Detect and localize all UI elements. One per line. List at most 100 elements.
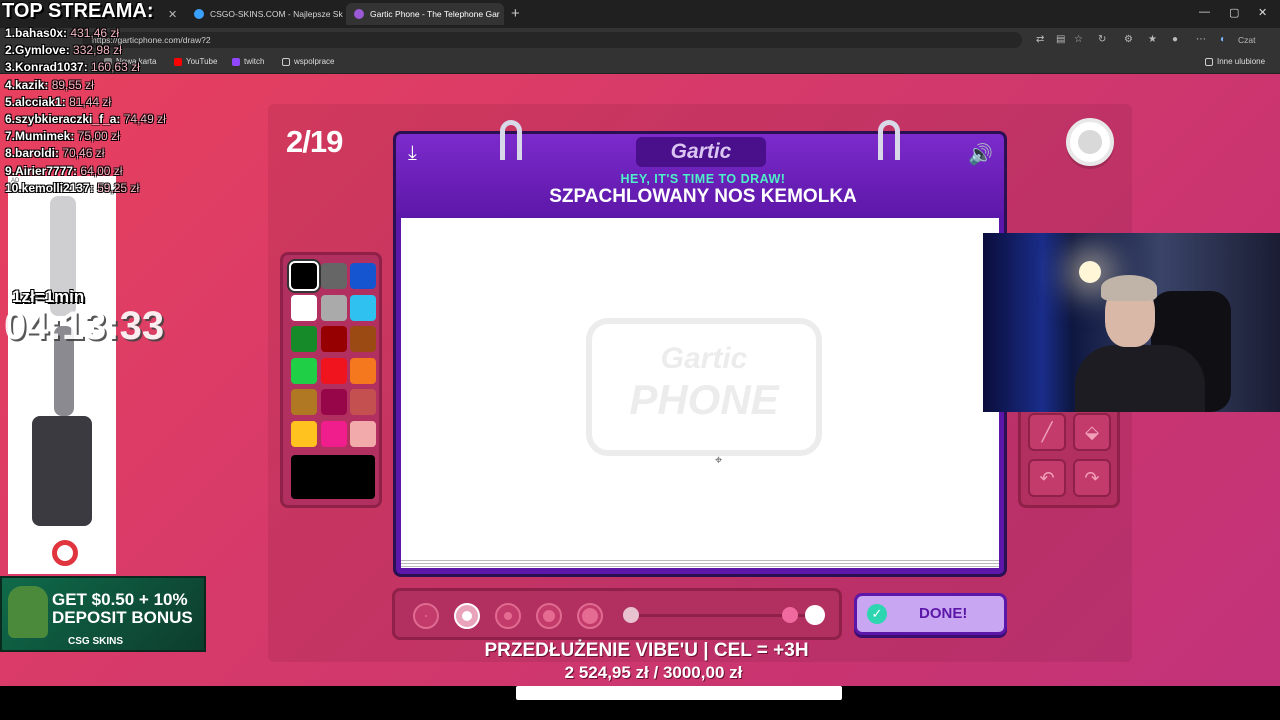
color-swatch[interactable] bbox=[320, 389, 347, 415]
watermark-text-top: Gartic bbox=[660, 342, 748, 375]
brush-size-3[interactable] bbox=[495, 603, 521, 629]
bookmark-youtube[interactable]: YouTube bbox=[174, 57, 217, 66]
opacity-slider-min[interactable] bbox=[623, 607, 639, 623]
subathon-countdown: 04:13:33 bbox=[4, 304, 165, 348]
donor-amount: 332,98 zł bbox=[73, 43, 122, 58]
streamer-body bbox=[1075, 345, 1205, 412]
color-swatch[interactable] bbox=[291, 326, 317, 352]
prompt-hint: HEY, IT'S TIME TO DRAW! bbox=[620, 172, 786, 186]
close-icon[interactable]: ✕ bbox=[168, 8, 176, 21]
color-swatch[interactable] bbox=[320, 357, 347, 384]
bookmark-label: twitch bbox=[244, 57, 265, 66]
color-swatch[interactable] bbox=[350, 420, 376, 447]
donor-amount: 431,46 zł bbox=[70, 26, 120, 40]
brush-size-panel bbox=[392, 588, 842, 640]
size-dot bbox=[462, 611, 472, 621]
bookmark-label: wspolprace bbox=[294, 57, 335, 66]
opacity-preview bbox=[805, 605, 825, 625]
tab-gartic-phone[interactable]: Gartic Phone - The Telephone Gar ✕ bbox=[346, 3, 504, 25]
round-counter: 2/19 bbox=[286, 124, 343, 159]
donor-name: 10.kemolli2137: bbox=[5, 180, 94, 195]
redo-icon[interactable]: ↷ bbox=[1073, 459, 1111, 497]
color-swatch[interactable] bbox=[320, 326, 347, 352]
color-swatch[interactable] bbox=[350, 294, 376, 321]
color-swatch[interactable] bbox=[320, 294, 347, 321]
address-bar[interactable]: https://garticphone.com/draw?2 bbox=[82, 32, 1022, 48]
color-swatch[interactable] bbox=[291, 420, 317, 447]
done-button[interactable]: ✓ DONE! bbox=[854, 593, 1007, 635]
line-tool-icon[interactable]: ╱ bbox=[1028, 413, 1066, 451]
notebook-header: ⤓ Gartic 🔊 HEY, IT'S TIME TO DRAW! SZPAC… bbox=[393, 120, 1007, 217]
color-swatch[interactable] bbox=[291, 357, 317, 384]
bookmark-twitch[interactable]: twitch bbox=[232, 57, 264, 66]
gimbal-image-3 bbox=[32, 416, 92, 526]
new-tab-button[interactable]: + bbox=[511, 5, 520, 22]
gartic-logo: Gartic bbox=[636, 137, 766, 167]
color-swatch[interactable] bbox=[350, 326, 376, 352]
timer-icon bbox=[1066, 118, 1114, 166]
brush-size-2[interactable] bbox=[454, 603, 480, 629]
refresh-icon[interactable]: ↻ bbox=[1098, 34, 1106, 45]
youtube-icon bbox=[174, 57, 182, 66]
window-close-button[interactable]: ✕ bbox=[1258, 6, 1267, 19]
opacity-slider-handle[interactable] bbox=[782, 607, 798, 623]
donor-row: 3.Konrad1037: 160,63 zł bbox=[5, 60, 166, 77]
undo-icon[interactable]: ↶ bbox=[1028, 459, 1066, 497]
color-swatch[interactable] bbox=[291, 294, 317, 321]
extensions-icon[interactable]: ⚙ bbox=[1124, 34, 1133, 45]
gartic-watermark: Gartic PHONE bbox=[586, 318, 822, 456]
translate-icon[interactable]: ⇄ bbox=[1036, 34, 1044, 45]
brush-size-1[interactable] bbox=[413, 603, 439, 629]
brand-logo-icon bbox=[52, 540, 78, 566]
donor-row: 8.baroldi: 70,46 zł bbox=[5, 146, 166, 163]
color-swatch[interactable] bbox=[320, 263, 347, 289]
donor-amount: 89,55 zł bbox=[51, 77, 94, 92]
tool-panel: ╱ ⬙ ↶ ↷ bbox=[1018, 404, 1120, 508]
donor-name: 8.baroldi: bbox=[5, 146, 60, 161]
folder-icon bbox=[1205, 57, 1213, 66]
donor-row: 5.alcciak1: 81,44 zł bbox=[5, 95, 166, 112]
fill-bucket-icon[interactable]: ⬙ bbox=[1073, 413, 1111, 451]
reader-icon[interactable]: ▤ bbox=[1056, 34, 1065, 45]
color-swatch[interactable] bbox=[350, 389, 376, 415]
copilot-icon[interactable]: ◐ bbox=[1220, 34, 1226, 45]
donor-name: 1.bahas0x: bbox=[5, 26, 68, 40]
brush-size-5[interactable] bbox=[577, 603, 603, 629]
donor-amount: 70,46 zł bbox=[62, 146, 105, 161]
copilot-label[interactable]: Czat bbox=[1238, 35, 1255, 45]
banner-line-1: GET $0.50 + 10% bbox=[52, 590, 188, 609]
color-swatch[interactable] bbox=[320, 420, 347, 447]
drawing-canvas[interactable]: Gartic PHONE bbox=[401, 218, 999, 558]
sound-icon[interactable]: 🔊 bbox=[968, 142, 993, 167]
color-swatch[interactable] bbox=[350, 263, 376, 289]
color-swatch[interactable] bbox=[350, 357, 376, 384]
more-menu-icon[interactable]: ⋯ bbox=[1196, 34, 1206, 45]
donor-name: 5.alcciak1: bbox=[5, 94, 66, 109]
donor-amount: 75,00 zł bbox=[77, 129, 120, 144]
ring-icon bbox=[500, 120, 522, 160]
browser-titlebar: ✕ CSGO-SKINS.COM - Najlepsze Sk ✕ Gartic… bbox=[0, 0, 1280, 28]
minimize-button[interactable]: — bbox=[1199, 6, 1210, 18]
crosshair-cursor-icon: ⌖ bbox=[715, 452, 723, 467]
watermark-text-bottom: PHONE bbox=[629, 376, 779, 423]
size-dot bbox=[425, 615, 427, 617]
browser-toolbar: https://garticphone.com/draw?2 ⇄ ▤ ☆ ↻ ⚙… bbox=[0, 28, 1280, 52]
opacity-slider-track[interactable] bbox=[635, 614, 805, 617]
favorite-star-icon[interactable]: ☆ bbox=[1074, 34, 1083, 45]
tab-close-first[interactable]: ✕ bbox=[160, 3, 176, 25]
favorites-icon[interactable]: ★ bbox=[1148, 34, 1157, 45]
bookmark-other-favorites[interactable]: Inne ulubione bbox=[1205, 57, 1265, 66]
color-swatch[interactable] bbox=[289, 261, 319, 291]
folder-icon bbox=[282, 57, 290, 66]
maximize-button[interactable]: ▢ bbox=[1229, 6, 1239, 19]
download-icon[interactable]: ⤓ bbox=[408, 142, 417, 165]
color-swatch[interactable] bbox=[291, 389, 317, 415]
lamp-light bbox=[1079, 261, 1101, 283]
profile-avatar-icon[interactable]: ● bbox=[1172, 34, 1178, 45]
bookmark-wspolprace[interactable]: wspolprace bbox=[282, 57, 334, 66]
tab-csgo-skins[interactable]: CSGO-SKINS.COM - Najlepsze Sk ✕ bbox=[186, 3, 344, 25]
ad-banner[interactable]: AD bbox=[8, 176, 116, 574]
donor-row: 7.Mumimek: 75,00 zł bbox=[5, 129, 166, 146]
brush-size-4[interactable] bbox=[536, 603, 562, 629]
donor-amount: 64,00 zł bbox=[80, 163, 123, 178]
